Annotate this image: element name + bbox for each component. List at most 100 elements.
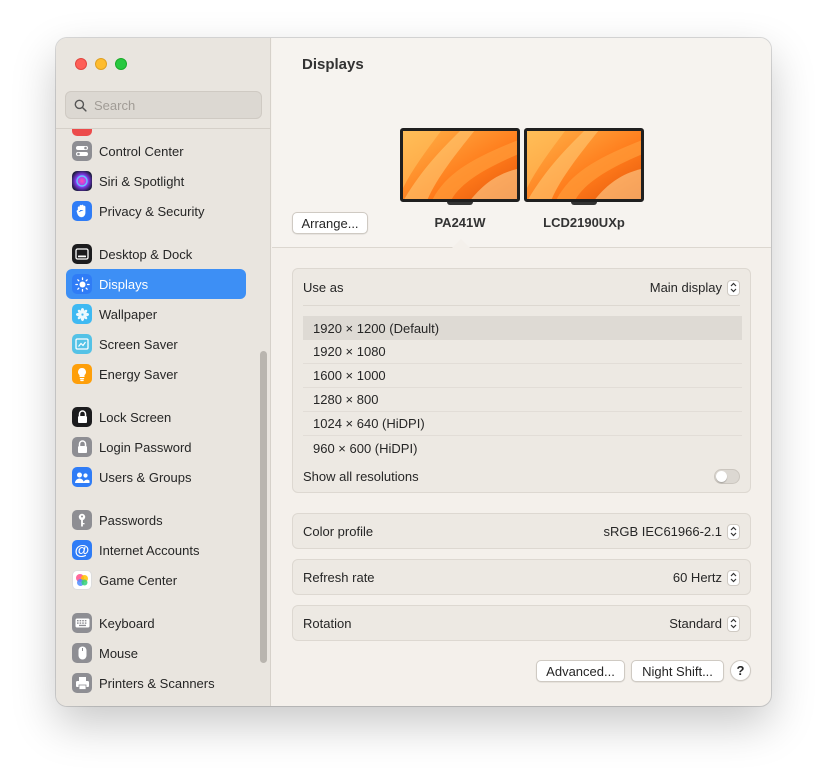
- sidebar-item-passwords[interactable]: Passwords: [66, 505, 246, 535]
- color-profile-value: sRGB IEC61966-2.1: [603, 524, 722, 539]
- use-as-popup[interactable]: Main display: [649, 279, 740, 296]
- zoom-button[interactable]: [115, 58, 127, 70]
- color-profile-label: Color profile: [303, 524, 374, 539]
- monitor-thumbnail-lcd2190uxp[interactable]: [524, 128, 644, 202]
- sun-icon: [72, 274, 92, 294]
- sidebar-item-desktop-dock[interactable]: Desktop & Dock: [66, 239, 246, 269]
- lock-icon: [72, 407, 92, 427]
- refresh-rate-label: Refresh rate: [303, 570, 375, 585]
- resolution-list[interactable]: 1920 × 1200 (Default) 1920 × 1080 1600 ×…: [303, 316, 742, 460]
- monitor-thumbnail-pa241w[interactable]: [400, 128, 520, 202]
- sidebar-item-control-center[interactable]: Control Center: [66, 136, 246, 166]
- refresh-rate-popup[interactable]: 60 Hertz: [672, 569, 740, 586]
- sidebar-item-game-center[interactable]: Game Center: [66, 565, 246, 595]
- show-all-resolutions-row: Show all resolutions: [303, 464, 740, 488]
- sidebar-item-notifications[interactable]: [66, 129, 246, 136]
- rotation-value: Standard: [669, 616, 722, 631]
- sidebar-item-label: Displays: [99, 276, 149, 292]
- sidebar-item-label: Keyboard: [99, 615, 155, 631]
- sidebar-item-energy-saver[interactable]: Energy Saver: [66, 359, 246, 389]
- rotation-popup[interactable]: Standard: [669, 615, 740, 632]
- divider: [303, 305, 740, 306]
- at-icon: @: [72, 540, 92, 560]
- monitor-stand: [571, 202, 597, 205]
- sidebar-item-label: Privacy & Security: [99, 203, 205, 219]
- night-shift-button[interactable]: Night Shift...: [631, 660, 724, 682]
- use-as-row: Use as Main display: [303, 269, 740, 306]
- rotation-label: Rotation: [303, 616, 352, 631]
- sidebar-item-label: Control Center: [99, 143, 184, 159]
- sidebar-item-login-password[interactable]: Login Password: [66, 432, 246, 462]
- refresh-rate-value: 60 Hertz: [672, 570, 722, 585]
- hand-icon: [72, 201, 92, 221]
- resolution-option[interactable]: 1920 × 1080: [303, 340, 742, 364]
- sidebar-item-wallpaper[interactable]: Wallpaper: [66, 299, 246, 329]
- sidebar-item-label: Login Password: [99, 439, 192, 455]
- users-icon: [72, 467, 92, 487]
- color-profile-row: Color profile sRGB IEC61966-2.1: [303, 514, 740, 549]
- sidebar-item-screen-saver[interactable]: Screen Saver: [66, 329, 246, 359]
- sidebar-item-label: Wallpaper: [99, 306, 158, 322]
- color-profile-card: Color profile sRGB IEC61966-2.1: [292, 513, 751, 549]
- sidebar-item-label: Passwords: [99, 512, 163, 528]
- sidebar-item-internet-accounts[interactable]: @ Internet Accounts: [66, 535, 246, 565]
- mouse-icon: [72, 643, 92, 663]
- display-arrangement-area: Displays Arrange... PA241W LCD2190UXp: [272, 38, 771, 248]
- show-all-resolutions-toggle[interactable]: [714, 468, 740, 484]
- resolution-option[interactable]: 1280 × 800: [303, 388, 742, 412]
- color-profile-popup[interactable]: sRGB IEC61966-2.1: [603, 523, 740, 540]
- sidebar-item-siri-spotlight[interactable]: Siri & Spotlight: [66, 166, 246, 196]
- refresh-rate-card: Refresh rate 60 Hertz: [292, 559, 751, 595]
- sidebar-item-label: Desktop & Dock: [99, 246, 193, 262]
- close-button[interactable]: [75, 58, 87, 70]
- minimize-button[interactable]: [95, 58, 107, 70]
- refresh-rate-row: Refresh rate 60 Hertz: [303, 560, 740, 595]
- sidebar-item-label: Siri & Spotlight: [99, 173, 185, 189]
- game-center-icon: [72, 570, 92, 590]
- sidebar-item-displays[interactable]: Displays: [66, 269, 246, 299]
- chevron-updown-icon: [727, 279, 740, 296]
- dock-icon: [72, 244, 92, 264]
- sidebar-item-label: Mouse: [99, 645, 139, 661]
- chevron-updown-icon: [727, 523, 740, 540]
- sidebar-item-users-groups[interactable]: Users & Groups: [66, 462, 246, 492]
- page-title: Displays: [302, 56, 364, 73]
- rotation-card: Rotation Standard: [292, 605, 751, 641]
- sidebar-item-label: Game Center: [99, 572, 178, 588]
- resolution-option[interactable]: 1920 × 1200 (Default): [303, 316, 742, 340]
- use-as-label: Use as: [303, 280, 344, 295]
- sidebar-item-label: Energy Saver: [99, 366, 178, 382]
- lock-password-icon: [72, 437, 92, 457]
- sidebar-item-mouse[interactable]: Mouse: [66, 638, 246, 668]
- chevron-updown-icon: [727, 569, 740, 586]
- bell-icon: [72, 129, 92, 136]
- sidebar-item-label: Lock Screen: [99, 409, 172, 425]
- resolution-option[interactable]: 960 × 600 (HiDPI): [303, 436, 742, 460]
- resolution-option[interactable]: 1024 × 640 (HiDPI): [303, 412, 742, 436]
- main-pane: Displays Arrange... PA241W LCD2190UXp Us…: [272, 38, 771, 706]
- monitor-stand: [447, 202, 473, 205]
- resolution-card: Use as Main display 1920 × 1200 (Default…: [292, 268, 751, 493]
- printer-icon: [72, 673, 92, 693]
- advanced-button[interactable]: Advanced...: [536, 660, 625, 682]
- sidebar: Control Center Siri & Spotlight Privacy …: [56, 38, 271, 706]
- search-input[interactable]: [94, 97, 254, 113]
- sidebar-item-privacy-security[interactable]: Privacy & Security: [66, 196, 246, 226]
- show-all-resolutions-label: Show all resolutions: [303, 468, 419, 484]
- flower-icon: [72, 304, 92, 324]
- rotation-row: Rotation Standard: [303, 606, 740, 641]
- sidebar-item-lock-screen[interactable]: Lock Screen: [66, 402, 246, 432]
- arrange-button[interactable]: Arrange...: [292, 212, 368, 234]
- sidebar-item-label: Screen Saver: [99, 336, 178, 352]
- control-center-icon: [72, 141, 92, 161]
- sidebar-scrollbar[interactable]: [260, 351, 267, 663]
- sidebar-item-keyboard[interactable]: Keyboard: [66, 608, 246, 638]
- help-button[interactable]: ?: [730, 660, 751, 681]
- siri-icon: [72, 171, 92, 191]
- sidebar-item-label: Printers & Scanners: [99, 675, 215, 691]
- sidebar-item-printers-scanners[interactable]: Printers & Scanners: [66, 668, 246, 698]
- resolution-option[interactable]: 1600 × 1000: [303, 364, 742, 388]
- use-as-value: Main display: [649, 280, 722, 295]
- search-icon: [74, 99, 87, 112]
- search-field[interactable]: [65, 91, 262, 119]
